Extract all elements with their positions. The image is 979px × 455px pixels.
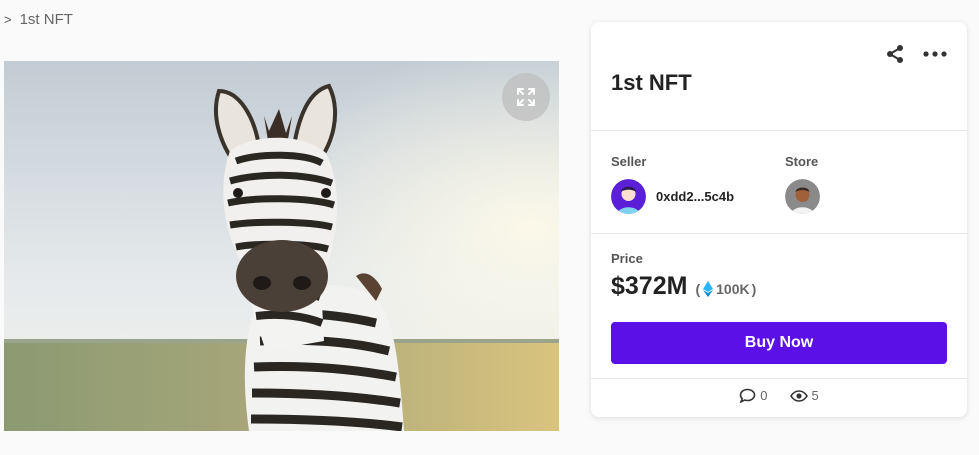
paren-open: ( bbox=[695, 281, 701, 297]
paren-close: ) bbox=[751, 281, 757, 297]
divider bbox=[591, 130, 967, 131]
ethereum-icon bbox=[703, 281, 714, 297]
expand-icon bbox=[517, 88, 535, 106]
seller-profile[interactable]: 0xdd2...5c4b bbox=[611, 179, 734, 214]
views-count: 5 bbox=[811, 388, 819, 403]
price-eth-value: 100K bbox=[716, 281, 750, 297]
more-icon bbox=[923, 51, 947, 57]
comments-stat[interactable]: 0 bbox=[739, 388, 768, 403]
zebra-photo bbox=[4, 61, 559, 431]
seller-section: Seller 0xdd2...5c4b bbox=[611, 154, 734, 214]
share-button[interactable] bbox=[885, 44, 905, 64]
divider bbox=[591, 378, 967, 379]
price-eth: ( 100K ) bbox=[695, 281, 756, 297]
seller-address[interactable]: 0xdd2...5c4b bbox=[656, 189, 734, 204]
stats-bar: 0 5 bbox=[591, 388, 967, 403]
share-icon bbox=[887, 45, 903, 63]
price-usd: $372M bbox=[611, 272, 688, 300]
seller-avatar[interactable] bbox=[611, 179, 646, 214]
comments-count: 0 bbox=[760, 388, 768, 403]
item-card: 1st NFT Seller 0xdd2...5c4b Store Price … bbox=[591, 22, 967, 417]
expand-button[interactable] bbox=[502, 73, 550, 121]
store-profile[interactable] bbox=[785, 179, 820, 214]
price-label: Price bbox=[611, 251, 643, 266]
card-actions bbox=[885, 44, 947, 64]
buy-now-button[interactable]: Buy Now bbox=[611, 322, 947, 364]
store-avatar[interactable] bbox=[785, 179, 820, 214]
nft-image[interactable] bbox=[4, 61, 559, 431]
store-label: Store bbox=[785, 154, 819, 169]
store-section: Store bbox=[785, 154, 820, 214]
price-section: Price $372M ( 100K ) bbox=[611, 251, 756, 301]
item-title: 1st NFT bbox=[611, 70, 692, 95]
seller-label: Seller bbox=[611, 154, 647, 169]
breadcrumb-current[interactable]: 1st NFT bbox=[20, 11, 73, 28]
comment-icon bbox=[739, 388, 756, 403]
more-button[interactable] bbox=[923, 50, 947, 58]
breadcrumb: > 1st NFT bbox=[4, 11, 73, 28]
divider bbox=[591, 233, 967, 234]
breadcrumb-separator: > bbox=[4, 12, 12, 27]
views-stat: 5 bbox=[789, 388, 819, 403]
eye-icon bbox=[789, 389, 808, 402]
